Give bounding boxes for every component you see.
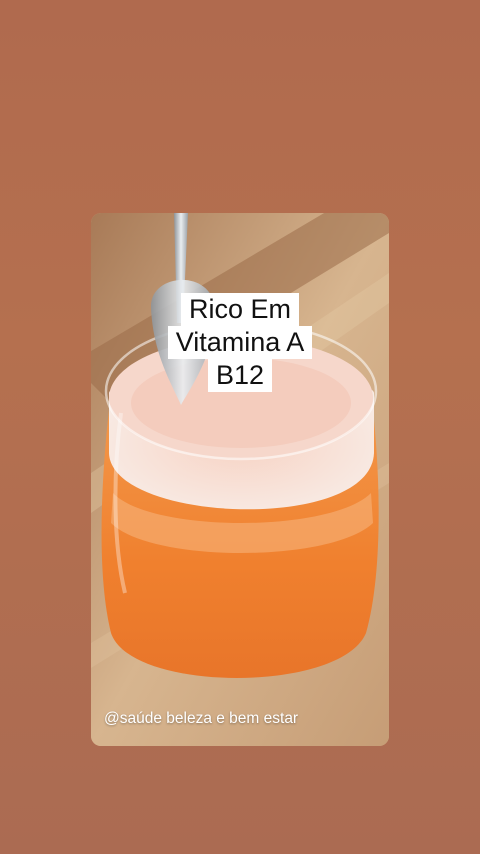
caption-line-3: B12	[207, 359, 273, 392]
caption-line-2: Vitamina A	[167, 326, 313, 359]
caption-line-1: Rico Em	[180, 293, 299, 326]
credit-handle: @saúde beleza e bem estar	[104, 710, 299, 727]
story-media-card[interactable]: Rico Em Vitamina A B12 @saúde beleza e b…	[91, 213, 389, 746]
caption-overlay: Rico Em Vitamina A B12	[91, 293, 389, 392]
